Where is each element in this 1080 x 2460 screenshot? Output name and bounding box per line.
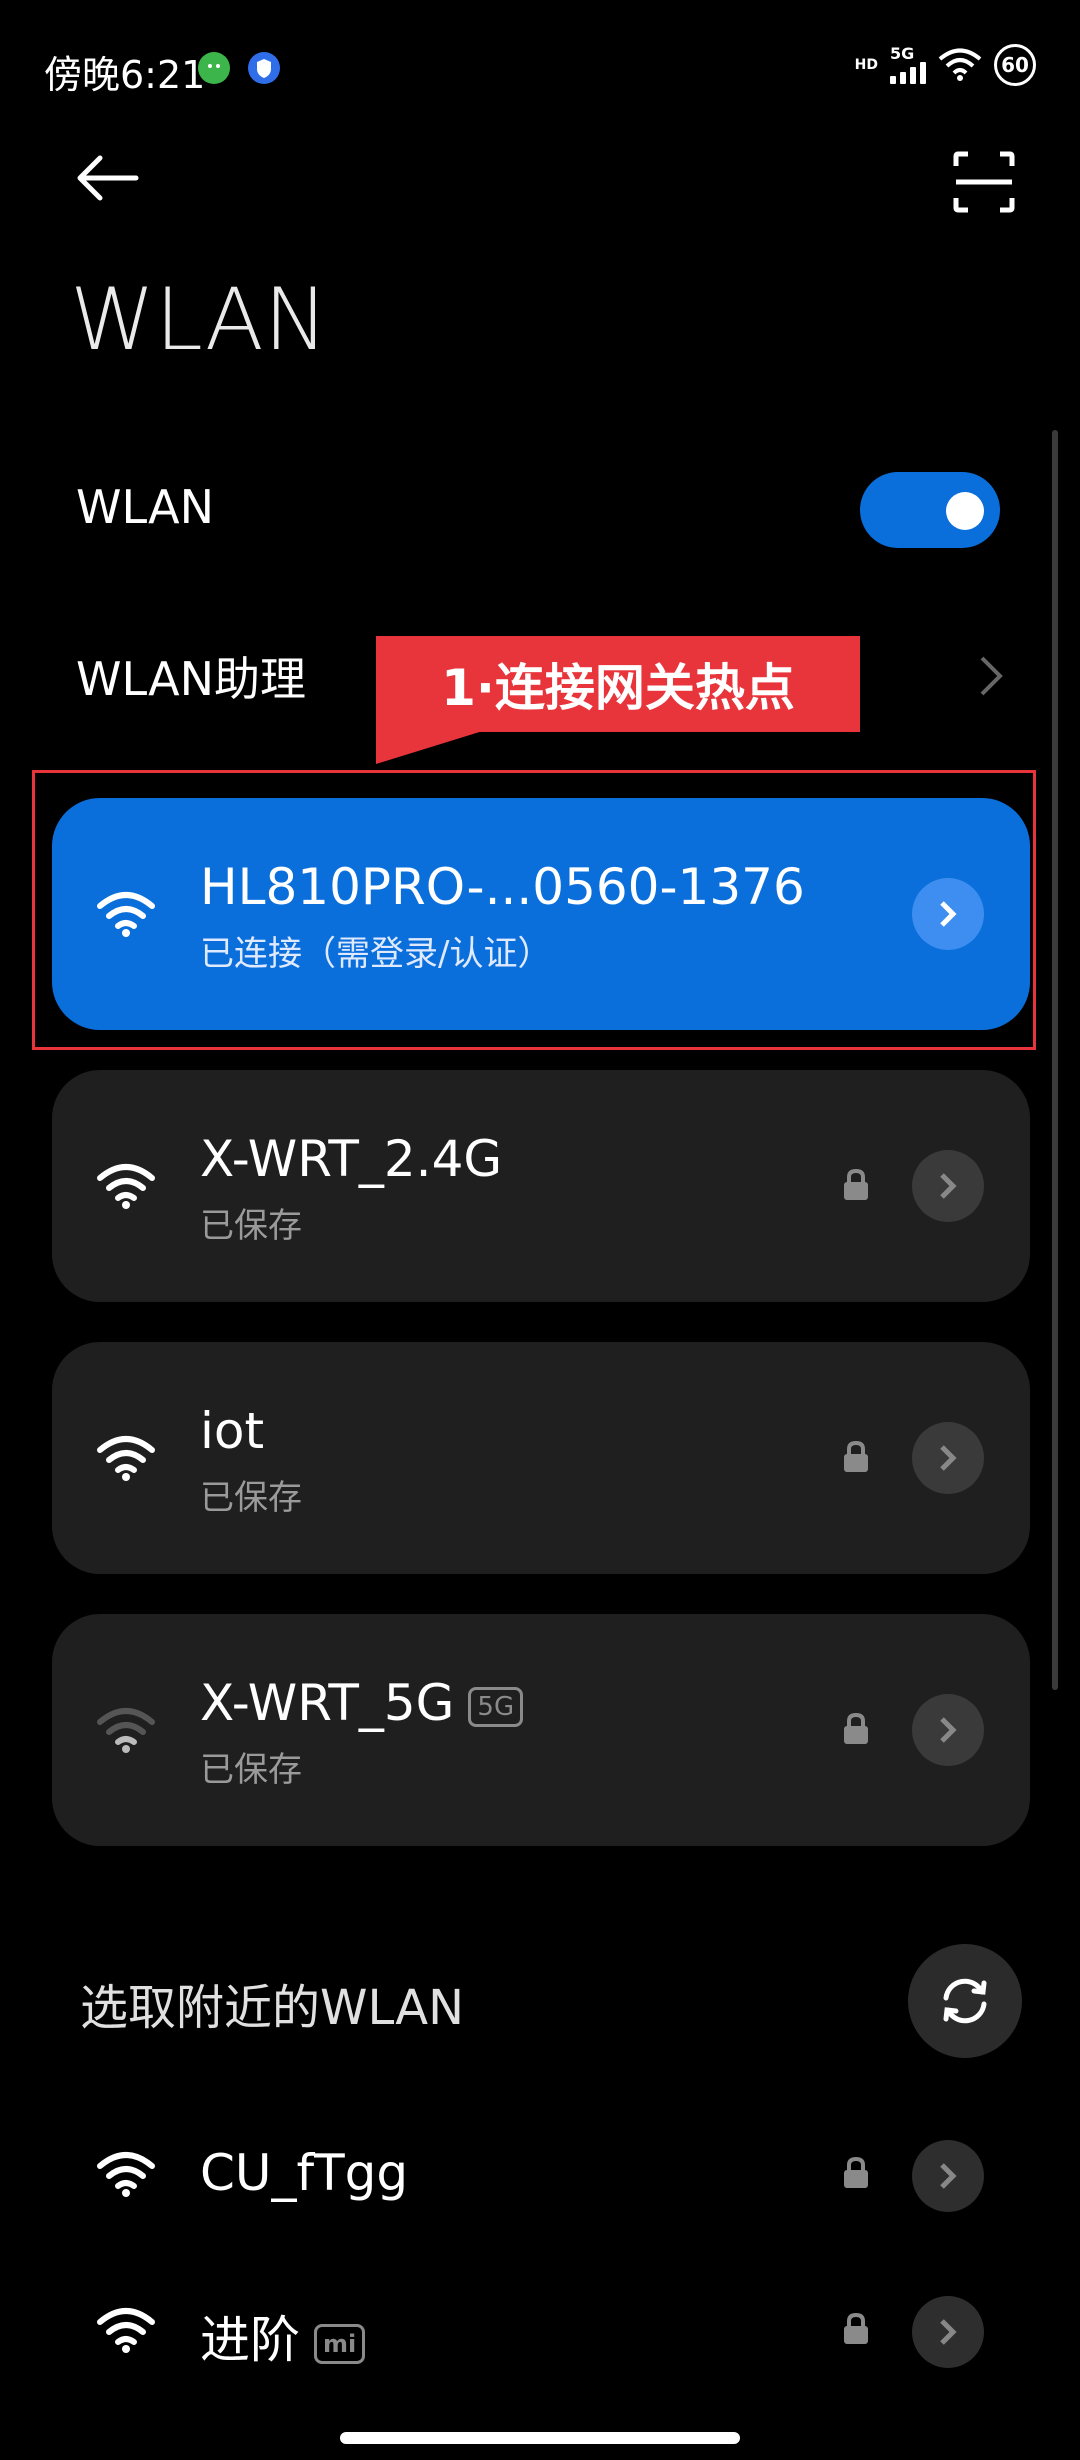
network-ssid: X-WRT_2.4G (200, 1130, 503, 1188)
nearby-network-item[interactable]: CU_fTgg (52, 2120, 1030, 2230)
5g-badge: 5G (468, 1686, 524, 1727)
wlan-toggle-label: WLAN (76, 480, 215, 534)
wifi-signal-icon (97, 892, 155, 937)
chevron-right-icon (940, 1445, 957, 1471)
nearby-section-title: 选取附近的WLAN (80, 1980, 465, 2036)
status-time: 傍晚6:21 (44, 53, 206, 97)
scrollbar[interactable] (1052, 430, 1058, 1690)
lock-icon (844, 1712, 868, 1744)
wifi-signal-icon (97, 1164, 155, 1209)
network-ssid-text: X-WRT_5G (200, 1674, 455, 1732)
hd-indicator: HD (854, 57, 878, 73)
wifi-weak-signal-icon (97, 1708, 155, 1753)
chevron-right-icon (940, 901, 957, 927)
lock-icon (844, 2312, 868, 2344)
network-detail-button[interactable] (912, 1150, 984, 1222)
network-detail-button[interactable] (912, 2296, 984, 2368)
network-card[interactable]: X-WRT_5G 5G 已保存 (52, 1614, 1030, 1846)
nearby-network-item[interactable]: 进阶 mi (52, 2276, 1030, 2386)
wifi-status-icon (938, 48, 982, 81)
status-indicators: HD 5G 60 (855, 44, 1036, 86)
battery-icon: 60 (994, 44, 1036, 86)
network-detail-button[interactable] (912, 1422, 984, 1494)
mi-badge: mi (314, 2323, 366, 2364)
network-card-connected[interactable]: HL810PRO-...0560-1376 已连接（需登录/认证） (52, 798, 1030, 1030)
network-type: 5G (890, 44, 915, 63)
network-status: 已保存 (200, 1206, 302, 1246)
wechat-notification-icon (198, 52, 230, 84)
back-arrow-icon (77, 155, 139, 201)
security-notification-icon (248, 52, 280, 84)
network-detail-button[interactable] (912, 2140, 984, 2212)
network-ssid: iot (200, 1402, 265, 1460)
refresh-button[interactable] (908, 1944, 1022, 2058)
network-detail-button[interactable] (912, 878, 984, 950)
network-ssid: CU_fTgg (200, 2144, 409, 2202)
chevron-right-icon (940, 1173, 957, 1199)
wifi-signal-icon (97, 1436, 155, 1481)
cellular-signal-icon (890, 62, 926, 84)
back-button[interactable] (68, 150, 148, 230)
network-ssid-text: 进阶 (200, 2311, 300, 2369)
network-card[interactable]: iot 已保存 (52, 1342, 1030, 1574)
network-detail-button[interactable] (912, 1694, 984, 1766)
home-indicator[interactable] (340, 2432, 740, 2444)
callout-pointer (376, 730, 486, 764)
scan-icon (953, 151, 1015, 213)
lock-icon (844, 1168, 868, 1200)
lock-icon (844, 2156, 868, 2188)
network-ssid: X-WRT_5G 5G (200, 1674, 524, 1732)
wlan-assistant-label[interactable]: WLAN助理 (76, 643, 306, 709)
network-card[interactable]: X-WRT_2.4G 已保存 (52, 1070, 1030, 1302)
network-status: 已连接（需登录/认证） (200, 934, 552, 974)
wlan-toggle-switch[interactable] (860, 472, 1000, 548)
chevron-right-icon[interactable] (976, 654, 1006, 698)
network-status: 已保存 (200, 1750, 302, 1790)
chevron-right-icon (940, 2319, 957, 2345)
network-status: 已保存 (200, 1478, 302, 1518)
network-ssid: HL810PRO-...0560-1376 (200, 858, 805, 916)
scan-qr-button[interactable] (952, 150, 1016, 214)
chevron-right-icon (940, 1717, 957, 1743)
lock-icon (844, 1440, 868, 1472)
wifi-signal-icon (97, 2308, 155, 2353)
chevron-right-icon (940, 2163, 957, 2189)
annotation-callout: 1·连接网关热点 (376, 636, 860, 732)
refresh-icon (943, 1978, 987, 2024)
wifi-signal-icon (97, 2152, 155, 2197)
network-ssid: 进阶 mi (200, 2300, 366, 2372)
page-title: WLAN (70, 270, 329, 370)
toggle-knob (946, 492, 984, 530)
